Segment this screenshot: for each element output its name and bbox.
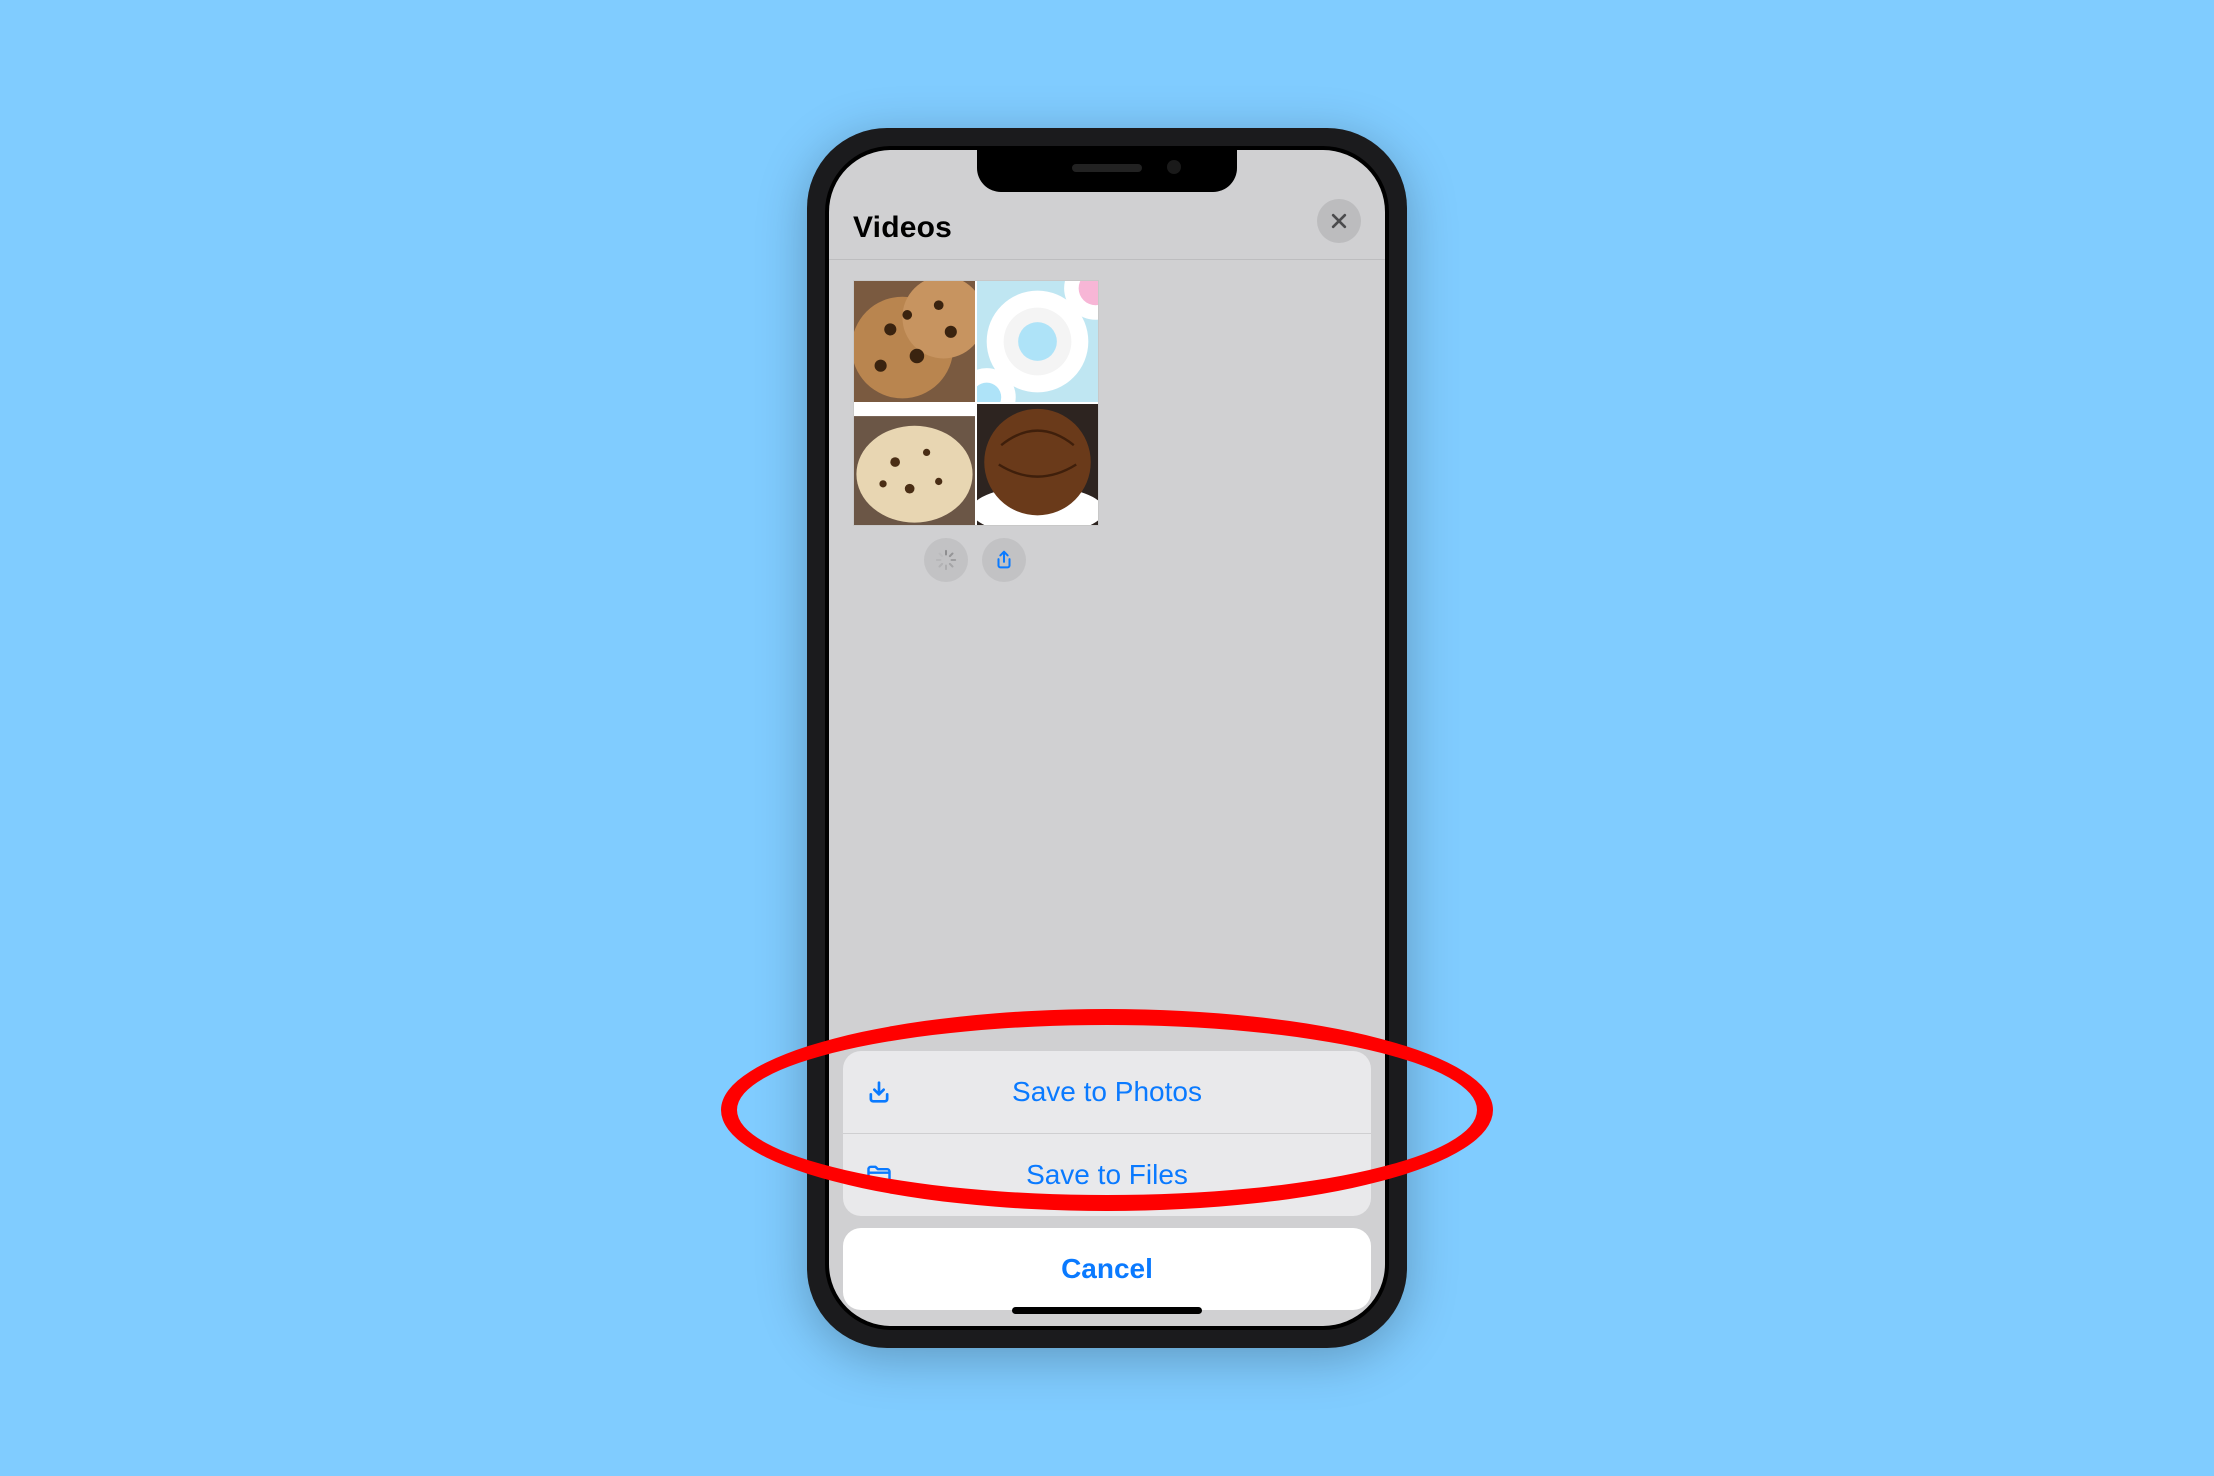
loading-icon bbox=[935, 549, 957, 571]
thumb-cell bbox=[854, 281, 975, 402]
home-indicator bbox=[1012, 1307, 1202, 1314]
phone-notch bbox=[977, 150, 1237, 192]
action-label: Save to Photos bbox=[1012, 1076, 1202, 1108]
cancel-button[interactable]: Cancel bbox=[843, 1228, 1371, 1310]
phone-frame: Videos bbox=[807, 128, 1407, 1348]
action-save-to-files[interactable]: Save to Files bbox=[843, 1133, 1371, 1216]
action-sheet: Save to Photos Save to Files Cancel bbox=[843, 1051, 1371, 1310]
close-icon bbox=[1329, 211, 1349, 231]
cookie-image bbox=[977, 281, 1098, 402]
cookie-image bbox=[854, 281, 975, 402]
download-icon bbox=[865, 1078, 893, 1106]
thumb-cell bbox=[977, 404, 1098, 525]
phone-bezel: Videos bbox=[825, 146, 1389, 1330]
phone-screen: Videos bbox=[829, 150, 1385, 1326]
action-label: Save to Files bbox=[1026, 1159, 1188, 1191]
cancel-label: Cancel bbox=[1061, 1253, 1153, 1285]
share-icon bbox=[993, 549, 1015, 571]
thumbnail-actions bbox=[853, 538, 1097, 582]
modal-title: Videos bbox=[853, 211, 952, 245]
cookie-image bbox=[977, 404, 1098, 525]
video-thumbnail[interactable] bbox=[853, 280, 1099, 526]
folder-icon bbox=[865, 1161, 893, 1189]
thumb-cell bbox=[977, 281, 1098, 402]
action-sheet-group: Save to Photos Save to Files bbox=[843, 1051, 1371, 1216]
close-button[interactable] bbox=[1317, 199, 1361, 243]
action-save-to-photos[interactable]: Save to Photos bbox=[843, 1051, 1371, 1133]
cookie-image bbox=[854, 404, 975, 525]
loading-button[interactable] bbox=[924, 538, 968, 582]
thumb-cell bbox=[854, 404, 975, 525]
share-button[interactable] bbox=[982, 538, 1026, 582]
